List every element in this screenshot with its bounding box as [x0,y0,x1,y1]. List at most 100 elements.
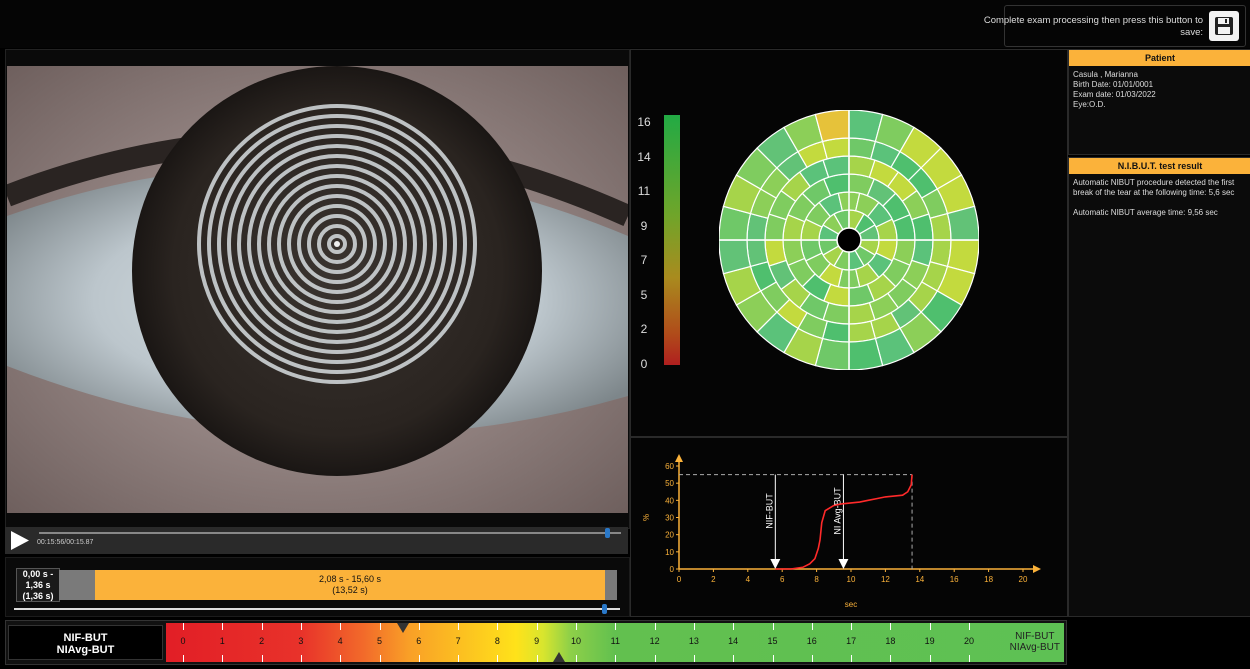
scale-tick-mark [969,623,970,630]
scale-tick-label: 20 [963,636,974,646]
scale-tick-mark [693,623,695,630]
range-start-box: 0,00 s - 1,36 s (1,36 s) [16,568,60,602]
save-button[interactable] [1209,11,1239,41]
y-tick-label: 10 [665,548,674,557]
nibut-title: N.I.B.U.T. test result [1069,158,1250,174]
scale-label: 0 [640,356,648,371]
scale-tick-label: 15 [767,636,778,646]
scale-label: 14 [637,149,651,164]
patient-eye: Eye:O.D. [1073,100,1106,109]
breakup-line-chart: 0 2 4 6 8 10 12 14 16 18 20 0 10 20 30 40 50 60 sec% NIF-BU… [641,454,1041,609]
scale-tick-mark [851,655,853,662]
x-tick-label: 12 [881,575,890,584]
scale-tick-mark [379,623,381,630]
scale-label: 7 [640,253,648,267]
scale-label: 2 [640,322,648,336]
patient-exam-date: Exam date: 01/03/2022 [1073,90,1156,99]
time-scale-strip: 0 1 2 3 4 5 6 7 8 9 10 11 12 13 14 15 16 17 18 19 20 NIF-BUT… [166,623,1064,662]
scale-tick-mark [851,623,853,630]
scale-tick-label: 14 [728,636,739,646]
scale-tick-label: 4 [337,636,343,646]
patient-birth-date: Birth Date: 01/01/0001 [1073,80,1154,89]
scale-tick-mark [890,655,892,662]
heatmap-cell [746,239,769,268]
scale-legend-right: NIF-BUT NIAvg-BUT [1010,631,1060,653]
nibut-first-break: Automatic NIBUT procedure detected the f… [1073,178,1235,197]
y-tick-label: 0 [670,565,675,574]
patient-name: Casula , Marianna [1073,70,1138,79]
scale-tick-mark [261,655,263,662]
scale-tick-mark [183,655,184,662]
range-slider-track[interactable] [14,608,620,610]
range-selection-interval: 2,08 s - 15,60 s [318,574,382,584]
scale-tick-label: 8 [494,636,500,646]
scale-tick-mark [576,623,577,630]
scale-label: 5 [640,287,648,302]
scale-tick-label: 3 [298,636,304,646]
scale-tick-mark [379,655,381,662]
nibut-scale-bar: NIF-BUT NIAvg-BUT 0 1 2 3 4 5 6 7 8 9 10 11 12 13 14 15… [5,620,1067,665]
scale-label: 9 [640,218,648,233]
patient-panel: Patient Casula , Marianna Birth Date: 01… [1068,49,1250,155]
scale-tick-mark [929,655,931,662]
scale-tick-mark [340,655,342,662]
scale-tick-label: 6 [416,636,422,646]
scale-tick-label: 5 [376,636,382,646]
range-start-line3: (1,36 s) [22,591,54,601]
x-tick-label: 10 [847,575,856,584]
scale-tick-mark [890,623,892,630]
video-seek-handle[interactable] [605,528,610,538]
x-tick-label: 20 [1019,575,1028,584]
heatmap-cell [848,320,877,343]
scale-tick-mark [536,655,538,662]
scale-tick-mark [929,623,931,630]
scale-tick-mark [497,655,499,662]
patient-info: Casula , Marianna Birth Date: 01/01/0001… [1073,70,1247,110]
scale-tick-mark [733,655,735,662]
video-panel [5,49,630,529]
scale-tick-mark [183,623,184,630]
scale-tick-label: 18 [885,636,896,646]
save-instructions: Complete exam processing then press this… [983,15,1203,38]
scale-tick-mark [654,623,656,630]
y-tick-label: 30 [665,514,674,523]
scale-tick-mark [418,623,420,630]
x-tick-label: 6 [780,575,785,584]
time-range-panel: 0,00 s - 1,36 s (1,36 s) 2,08 s - 15,60 … [5,557,630,617]
video-seek-bar[interactable] [39,532,621,534]
x-tick-label: 14 [915,575,924,584]
x-tick-label: 0 [677,575,682,584]
scale-tick-mark [458,623,460,630]
scale-tick-label: 17 [846,636,857,646]
scale-tick-mark [693,655,695,662]
scale-tick-label: 9 [534,636,540,646]
color-scale-bar [664,115,680,365]
range-selection-duration: (13,52 s) [332,585,368,595]
scale-tick-label: 10 [570,636,581,646]
niavg-but-marker [552,652,565,662]
scale-tick-mark [654,655,656,662]
heatmap-center [836,227,862,253]
nibut-info: Automatic NIBUT procedure detected the f… [1073,178,1247,218]
nibut-result-panel: N.I.B.U.T. test result Automatic NIBUT p… [1068,157,1250,617]
scale-tick-mark [576,655,577,662]
scale-tick-mark [811,623,813,630]
scale-tick-mark [222,623,224,630]
nibut-average: Automatic NIBUT average time: 9,56 sec [1073,208,1218,217]
scale-tick-label: 11 [610,636,620,646]
range-selection[interactable]: 2,08 s - 15,60 s (13,52 s) [95,570,605,600]
y-tick-label: 50 [665,479,674,488]
scale-tick-label: 19 [924,636,935,646]
breakup-chart-panel: 0 2 4 6 8 10 12 14 16 18 20 0 10 20 30 40 50 60 sec% NIF-BU… [630,437,1068,617]
scale-tick-mark [811,655,813,662]
scale-tick-label: 16 [806,636,817,646]
scale-label: 11 [637,184,651,198]
polar-heatmap [719,110,979,370]
annotation-label: NIF-BUT [764,493,774,529]
x-axis-label: sec [845,600,857,609]
x-tick-label: 16 [950,575,959,584]
play-icon[interactable] [10,530,30,551]
y-tick-label: 20 [665,531,674,540]
floppy-disk-icon [1215,17,1233,35]
range-slider-handle[interactable] [602,604,607,614]
